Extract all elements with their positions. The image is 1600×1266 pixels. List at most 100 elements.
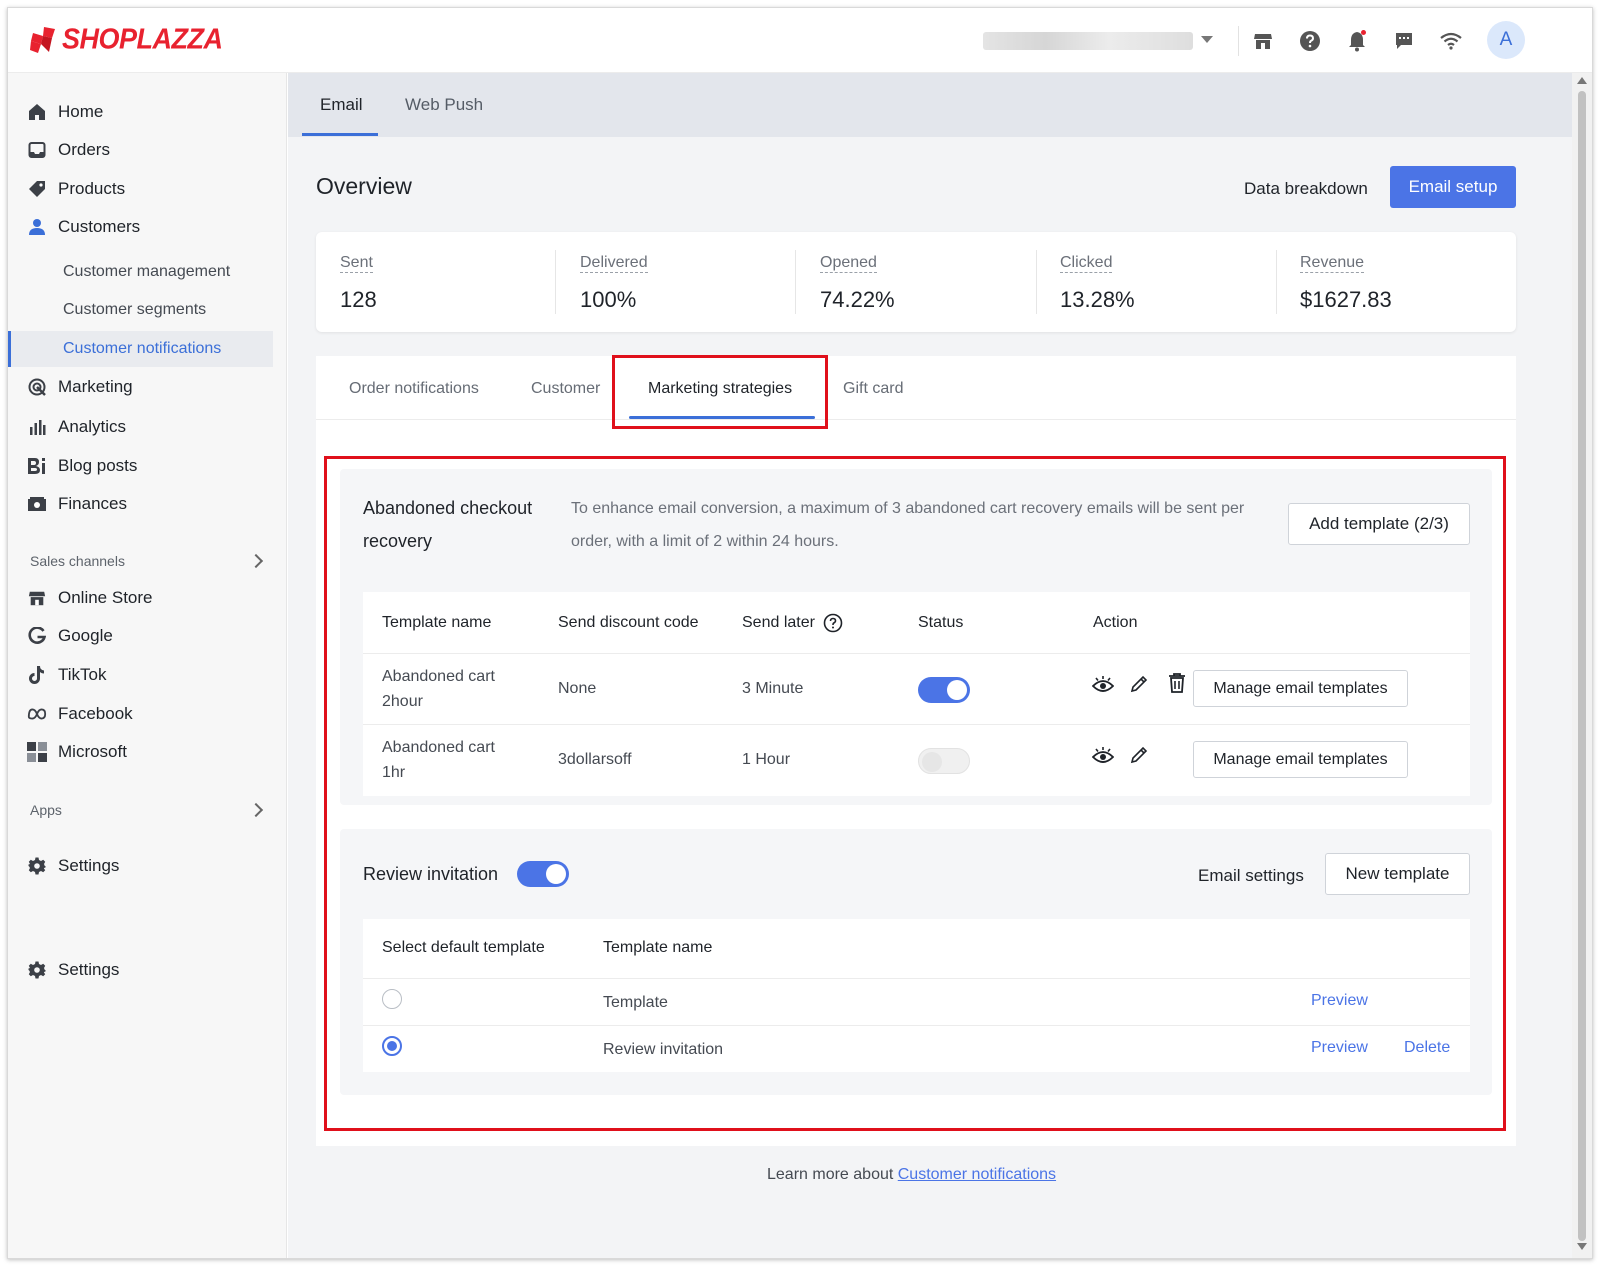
divider — [1036, 250, 1037, 314]
sidebar-item-online-store[interactable]: Online Store — [8, 580, 273, 616]
sidebar-item-label: Facebook — [58, 704, 133, 723]
brand-name: SHOPLAZZA — [62, 23, 223, 55]
chevron-right-icon[interactable] — [248, 802, 264, 818]
blog-icon — [27, 456, 47, 476]
sidebar-item-label: Finances — [58, 494, 127, 513]
main-content: Email Web Push Overview Data breakdown E… — [288, 73, 1592, 1258]
footer-help: Learn more about Customer notifications — [767, 1166, 1056, 1184]
chat-icon[interactable] — [1391, 28, 1417, 54]
apps-heading: Apps — [30, 802, 62, 818]
stat-label[interactable]: Delivered — [580, 254, 648, 273]
microsoft-icon — [27, 742, 47, 762]
sidebar-item-settings[interactable]: Settings — [8, 848, 273, 884]
divider — [1276, 250, 1277, 314]
tab-web-push[interactable]: Web Push — [405, 95, 483, 115]
sidebar-item-label: Home — [58, 102, 104, 121]
scroll-thumb[interactable] — [1578, 91, 1586, 1241]
divider — [555, 250, 556, 314]
scroll-down-arrow[interactable] — [1577, 1243, 1587, 1250]
divider — [795, 250, 796, 314]
chevron-down-icon[interactable] — [1201, 36, 1213, 43]
tab-gift-card[interactable]: Gift card — [843, 380, 903, 398]
sales-channels-heading: Sales channels — [30, 553, 125, 569]
sidebar-item-products[interactable]: Products — [8, 171, 273, 207]
stat-label[interactable]: Clicked — [1060, 254, 1113, 273]
sidebar-item-label: Google — [58, 626, 113, 645]
store-selector[interactable] — [983, 32, 1193, 50]
home-icon — [27, 102, 47, 122]
store-icon — [27, 588, 47, 608]
meta-icon — [27, 704, 47, 724]
stat-value: 128 — [340, 287, 377, 312]
chevron-right-icon[interactable] — [248, 553, 264, 569]
sidebar-item-label: Microsoft — [58, 742, 127, 761]
sidebar-item-customer-management[interactable]: Customer management — [8, 254, 273, 290]
top-bar: SHOPLAZZA A — [8, 8, 1592, 73]
sidebar-item-blog-posts[interactable]: Blog posts — [8, 448, 273, 484]
sidebar-item-analytics[interactable]: Analytics — [8, 409, 273, 445]
sidebar-item-label: Customer segments — [63, 301, 207, 318]
sidebar-item-tiktok[interactable]: TikTok — [8, 657, 273, 693]
footer-prefix: Learn more about — [767, 1166, 898, 1183]
sidebar-item-label: Settings — [58, 960, 120, 979]
sidebar-item-finances[interactable]: Finances — [8, 486, 273, 522]
tag-icon — [27, 179, 47, 199]
channel-tabs: Email Web Push — [288, 73, 1572, 137]
stat-value: 13.28% — [1060, 287, 1135, 312]
sidebar-item-home[interactable]: Home — [8, 94, 273, 130]
sidebar: Home Orders Products Customers Customer … — [8, 73, 287, 1258]
store-icon[interactable] — [1250, 28, 1276, 54]
vertical-scrollbar[interactable] — [1572, 73, 1592, 1258]
email-setup-button[interactable]: Email setup — [1390, 166, 1516, 208]
sidebar-item-facebook[interactable]: Facebook — [8, 696, 273, 732]
customer-notifications-link[interactable]: Customer notifications — [898, 1166, 1056, 1183]
tiktok-icon — [27, 665, 47, 685]
sidebar-item-label: TikTok — [58, 665, 107, 684]
sidebar-item-orders[interactable]: Orders — [8, 132, 273, 168]
data-breakdown-link[interactable]: Data breakdown — [1244, 179, 1368, 199]
analytics-icon — [27, 417, 47, 437]
sidebar-item-customers[interactable]: Customers — [8, 209, 273, 245]
sidebar-item-label: Blog posts — [58, 456, 138, 475]
tab-order-notifications[interactable]: Order notifications — [349, 380, 479, 398]
stat-label[interactable]: Opened — [820, 254, 877, 273]
stats-card: Sent 128 Delivered 100% Opened 74.22% Cl… — [316, 232, 1516, 332]
highlight-box — [612, 355, 828, 429]
stat-value: $1627.83 — [1300, 287, 1392, 312]
avatar[interactable]: A — [1487, 21, 1525, 59]
marketing-icon — [27, 377, 47, 397]
stat-value: 74.22% — [820, 287, 895, 312]
tab-customer[interactable]: Customer — [531, 380, 600, 398]
sidebar-item-marketing[interactable]: Marketing — [8, 369, 273, 405]
sidebar-item-microsoft[interactable]: Microsoft — [8, 734, 273, 770]
finances-icon — [27, 494, 47, 514]
sidebar-item-label: Settings — [58, 856, 120, 875]
brand-logo[interactable]: SHOPLAZZA — [30, 23, 223, 55]
stat-label[interactable]: Revenue — [1300, 254, 1365, 273]
shoplazza-logo-icon — [30, 26, 55, 53]
sidebar-item-google[interactable]: Google — [8, 618, 273, 654]
sidebar-item-settings-secondary[interactable]: Settings — [8, 952, 273, 988]
stat-label[interactable]: Sent — [340, 254, 373, 273]
sidebar-item-label: Orders — [58, 140, 110, 159]
gear-icon — [27, 856, 47, 876]
sidebar-item-label: Analytics — [58, 417, 127, 436]
scroll-up-arrow[interactable] — [1577, 77, 1587, 84]
sidebar-item-label: Customer management — [63, 263, 231, 280]
sidebar-item-customer-segments[interactable]: Customer segments — [8, 292, 273, 328]
bell-icon[interactable] — [1344, 28, 1370, 54]
google-icon — [27, 626, 47, 646]
gear-icon — [27, 960, 47, 980]
highlight-box — [324, 456, 1506, 1131]
active-tab-indicator — [302, 133, 378, 136]
sidebar-item-customer-notifications[interactable]: Customer notifications — [8, 331, 273, 367]
notifications-panel: Order notifications Customer Marketing s… — [316, 355, 1516, 1146]
divider — [1238, 26, 1239, 56]
help-icon[interactable] — [1297, 28, 1323, 54]
sidebar-item-label: Customer notifications — [63, 340, 222, 357]
sidebar-item-label: Customers — [58, 217, 141, 236]
wifi-icon[interactable] — [1438, 28, 1464, 54]
stat-value: 100% — [580, 287, 637, 312]
tab-email[interactable]: Email — [320, 95, 363, 115]
sidebar-item-label: Marketing — [58, 377, 133, 396]
